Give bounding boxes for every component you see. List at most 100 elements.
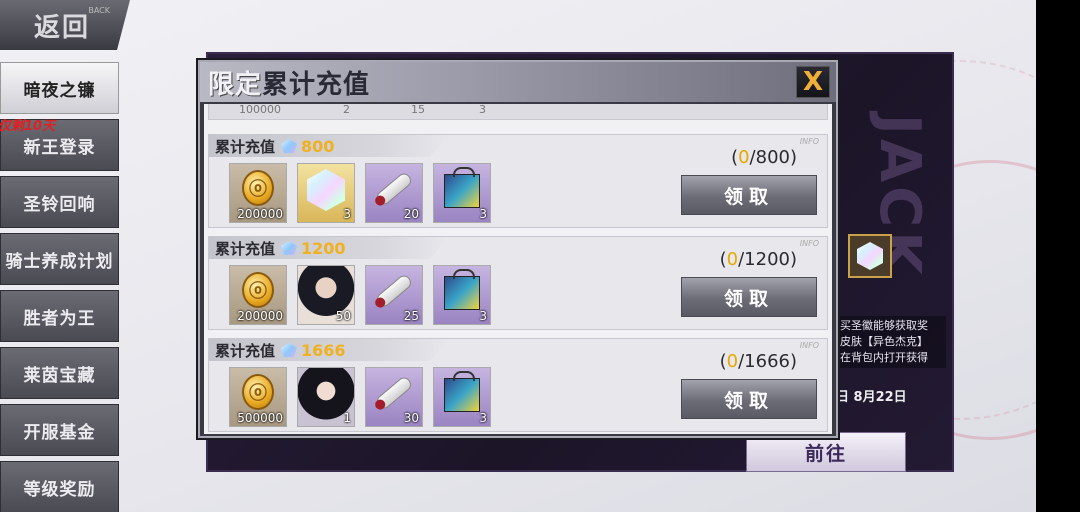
back-sub-label: BACK: [88, 6, 110, 15]
reward-row-1200: 累计充值 1200 INFO ⓞ 200000 50 25 3 (0/1200)…: [208, 236, 828, 330]
scroll-icon: [374, 272, 414, 310]
info-tag: INFO: [799, 341, 819, 350]
progress-text: (0/800): [731, 147, 797, 168]
item-count: 200000: [237, 309, 283, 323]
scroll-icon: [374, 374, 414, 412]
reward-item[interactable]: 1: [297, 367, 355, 427]
close-button[interactable]: X: [796, 66, 830, 98]
back-label: 返回: [34, 12, 91, 43]
row-label: 累计充值: [215, 239, 276, 258]
item-count: 50: [335, 309, 351, 323]
sidebar-item-rhine-treasure[interactable]: 莱茵宝藏: [0, 347, 119, 399]
reward-item[interactable]: ⓞ 200000: [229, 265, 287, 325]
event-crystal-icon: [848, 234, 892, 278]
prev-reward-row: 100000 2 15 3: [208, 104, 828, 120]
sidebar-item-label: 等级奖励: [23, 479, 96, 500]
crystal-icon: [307, 169, 345, 211]
crystal-icon: [857, 242, 883, 270]
cumulative-recharge-modal: 限定 累计充值 X 100000 2 15 3 累计充值 800 INFO ⓞ: [198, 60, 838, 438]
sidebar-item-server-fund[interactable]: 开服基金: [0, 404, 119, 456]
sidebar-item-label: 新王登录: [23, 137, 96, 158]
reward-items: ⓞ 200000 3 20 3: [229, 163, 491, 225]
sidebar-item-knight-training[interactable]: 骑士养成计划: [0, 233, 119, 285]
progress-open: (: [719, 351, 727, 372]
gold-coin-icon: ⓞ: [242, 374, 274, 410]
prev-item-count: 2: [343, 104, 350, 116]
row-header: 累计充值 1200: [209, 237, 449, 259]
row-header: 累计充值 1666: [209, 339, 449, 361]
diamond-icon: [281, 139, 298, 153]
prev-item-count: 3: [479, 104, 486, 116]
reward-item[interactable]: 3: [433, 265, 491, 325]
claim-button[interactable]: 领取: [681, 175, 817, 215]
claim-label: 领取: [723, 389, 774, 412]
reward-item[interactable]: 30: [365, 367, 423, 427]
sidebar-item-label: 开服基金: [23, 422, 96, 443]
prev-item-count: 100000: [239, 104, 281, 116]
claim-button[interactable]: 领取: [681, 277, 817, 317]
sidebar-item-label: 莱茵宝藏: [23, 365, 96, 386]
reward-list[interactable]: 100000 2 15 3 累计充值 800 INFO ⓞ 200000 3 2…: [204, 104, 832, 434]
modal-title: 限定 累计充值: [208, 64, 370, 101]
modal-title-main: 累计充值: [262, 70, 371, 100]
item-count: 1: [343, 411, 351, 425]
reward-item[interactable]: 3: [433, 367, 491, 427]
sidebar-item-dark-scythe[interactable]: 暗夜之镰: [0, 62, 119, 114]
info-tag: INFO: [799, 137, 819, 146]
close-icon: X: [802, 67, 824, 97]
reward-item[interactable]: 20: [365, 163, 423, 223]
reward-item[interactable]: 3: [433, 163, 491, 223]
scroll-icon: [374, 170, 414, 208]
row-amount: 1200: [301, 238, 346, 258]
item-count: 200000: [237, 207, 283, 221]
row-header: 累计充值 800: [209, 135, 449, 157]
reward-item[interactable]: ⓞ 200000: [229, 163, 287, 223]
item-count: 20: [403, 207, 419, 221]
item-count: 3: [479, 309, 487, 323]
reward-items: ⓞ 200000 50 25 3: [229, 265, 491, 327]
item-count: 3: [343, 207, 351, 221]
gift-bag-icon: [444, 167, 480, 208]
sidebar-item-level-reward[interactable]: 等级奖励: [0, 461, 119, 512]
sidebar-item-bell-echo[interactable]: 圣铃回响: [0, 176, 119, 228]
reward-row-800: 累计充值 800 INFO ⓞ 200000 3 20 3 (0/800) 领取: [208, 134, 828, 228]
go-button[interactable]: 前往: [746, 432, 906, 472]
sidebar-item-label: 暗夜之镰: [23, 80, 96, 101]
row-label: 累计充值: [215, 137, 276, 156]
gold-coin-icon: ⓞ: [242, 170, 274, 206]
item-count: 3: [479, 411, 487, 425]
row-amount: 800: [301, 136, 335, 156]
claim-button[interactable]: 领取: [681, 379, 817, 419]
prev-item-count: 15: [411, 104, 425, 116]
claim-label: 领取: [723, 287, 774, 310]
info-tag: INFO: [799, 239, 819, 248]
item-count: 500000: [237, 411, 283, 425]
limit-time-tag: 仅剩10天: [0, 119, 56, 134]
progress-total: /800): [749, 147, 797, 168]
diamond-icon: [281, 343, 298, 357]
sidebar-item-label: 圣铃回响: [23, 194, 96, 215]
reward-row-1666: 累计充值 1666 INFO ⓞ 500000 1 30 3 (0/1666) …: [208, 338, 828, 432]
back-button[interactable]: 返回 BACK: [0, 0, 130, 50]
reward-item[interactable]: 50: [297, 265, 355, 325]
reward-item[interactable]: 25: [365, 265, 423, 325]
reward-item[interactable]: ⓞ 500000: [229, 367, 287, 427]
sidebar-item-winner-king[interactable]: 胜者为王: [0, 290, 119, 342]
diamond-icon: [281, 241, 298, 255]
item-count: 3: [479, 207, 487, 221]
screen-edge: [1036, 0, 1080, 512]
sidebar: 暗夜之镰 新王登录 圣铃回响 骑士养成计划 胜者为王 莱茵宝藏 开服基金 等级奖…: [0, 58, 122, 512]
progress-total: /1666): [738, 351, 797, 372]
progress-current: 0: [726, 249, 739, 270]
gold-coin-icon: ⓞ: [242, 272, 274, 308]
progress-open: (: [719, 249, 727, 270]
item-count: 30: [403, 411, 419, 425]
progress-text: (0/1666): [720, 351, 797, 372]
sidebar-item-label: 胜者为王: [23, 308, 96, 329]
sidebar-item-label: 骑士养成计划: [5, 251, 114, 272]
row-amount: 1666: [301, 340, 346, 360]
reward-item[interactable]: 3: [297, 163, 355, 223]
event-description: 买圣徽能够获取奖 皮肤【异色杰克】 在背包内打开获得: [836, 316, 946, 368]
claim-label: 领取: [723, 185, 774, 208]
progress-current: 0: [738, 147, 750, 168]
